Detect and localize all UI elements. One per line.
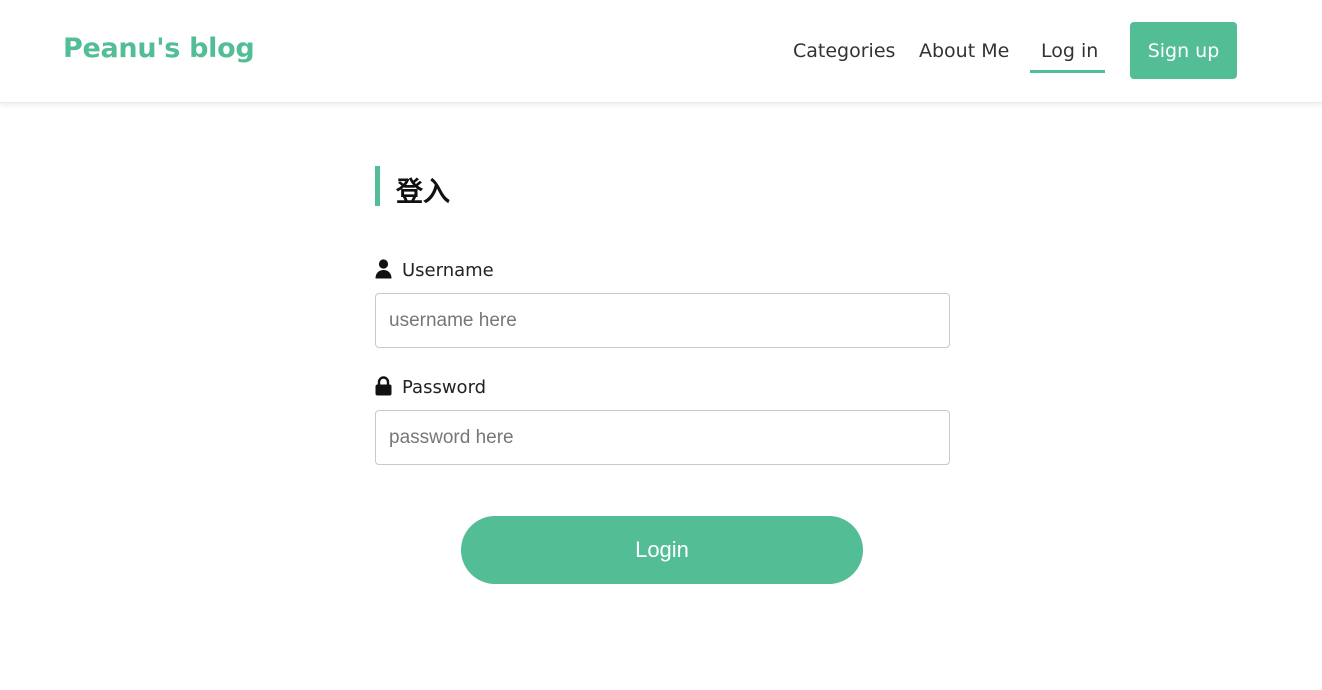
user-icon — [375, 259, 392, 279]
login-submit-button[interactable]: Login — [461, 516, 863, 584]
username-input[interactable] — [375, 293, 950, 348]
active-nav-indicator — [1030, 70, 1105, 73]
nav-link-about-me[interactable]: About Me — [919, 40, 1009, 62]
top-navbar: Peanu's blog Categories About Me Log in … — [0, 0, 1322, 103]
page-title: 登入 — [396, 177, 450, 208]
password-label: Password — [402, 377, 487, 398]
password-input[interactable] — [375, 410, 950, 465]
sign-up-button[interactable]: Sign up — [1130, 22, 1237, 79]
username-label: Username — [402, 260, 494, 281]
lock-icon — [375, 376, 392, 396]
nav-link-categories[interactable]: Categories — [793, 40, 895, 62]
nav-link-log-in[interactable]: Log in — [1041, 40, 1098, 62]
brand-logo-link[interactable]: Peanu's blog — [63, 33, 255, 64]
title-accent-bar — [375, 166, 380, 206]
